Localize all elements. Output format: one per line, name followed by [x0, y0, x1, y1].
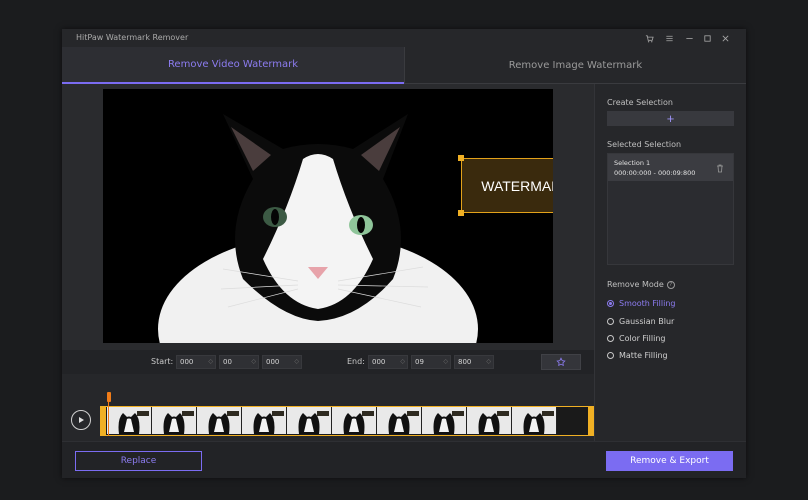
playhead-marker[interactable]: [107, 392, 111, 402]
frame-thumbnail: [152, 407, 197, 434]
start-seconds-value: 00: [223, 358, 232, 366]
close-icon[interactable]: [718, 31, 732, 45]
app-title: HitPaw Watermark Remover: [76, 33, 189, 42]
end-label: End:: [347, 357, 365, 366]
radio-icon[interactable]: [607, 352, 614, 359]
end-minutes-value: 000: [372, 358, 386, 366]
mode-option-color-filling[interactable]: Color Filling: [607, 334, 666, 343]
playhead-line: [108, 402, 109, 436]
radio-icon[interactable]: [607, 318, 614, 325]
mode-option-matte-filling[interactable]: Matte Filling: [607, 351, 668, 360]
settings-sidebar: Create Selection + Selected Selection Se…: [594, 84, 746, 441]
video-preview-area: WATERMARK: [62, 84, 594, 350]
remove-mode-heading: Remove Mode ?: [607, 280, 675, 289]
end-seconds-field[interactable]: 09 ◇: [411, 355, 451, 369]
frame-thumbnail: [377, 407, 422, 434]
mode-option-smooth-filling[interactable]: Smooth Filling: [607, 299, 675, 308]
pin-icon: [556, 357, 566, 367]
radio-icon[interactable]: [607, 300, 614, 307]
stepper-icon[interactable]: ◇: [400, 359, 407, 365]
resize-handle-top-left[interactable]: [458, 155, 464, 161]
help-icon[interactable]: ?: [666, 280, 675, 289]
resize-handle-bottom-left[interactable]: [458, 210, 464, 216]
timeline: [62, 374, 594, 441]
start-label: Start:: [151, 357, 174, 366]
trash-icon[interactable]: [715, 163, 725, 173]
start-minutes-field[interactable]: 000 ◇: [176, 355, 216, 369]
remove-mode-title: Remove Mode: [607, 280, 664, 289]
frame-thumbnail: [467, 407, 512, 434]
remove-export-button[interactable]: Remove & Export: [606, 451, 733, 471]
end-minutes-field[interactable]: 000 ◇: [368, 355, 408, 369]
maximize-icon[interactable]: [700, 31, 714, 45]
plus-icon: +: [666, 111, 675, 126]
play-icon: [79, 417, 84, 423]
mode-tabs: Remove Video Watermark Remove Image Wate…: [62, 47, 746, 84]
video-filmstrip[interactable]: [100, 406, 594, 436]
frame-thumbnail: [197, 407, 242, 434]
create-selection-button[interactable]: +: [607, 111, 734, 126]
stepper-icon[interactable]: ◇: [208, 359, 215, 365]
watermark-text: WATERMARK: [481, 177, 553, 194]
start-milliseconds-field[interactable]: 000 ◇: [262, 355, 302, 369]
end-milliseconds-field[interactable]: 800 ◇: [454, 355, 494, 369]
mode-label: Color Filling: [619, 334, 666, 343]
time-controls: Start: 000 ◇ 00 ◇ 000 ◇ End: 000 ◇ 09 ◇ …: [62, 350, 594, 374]
mode-label: Matte Filling: [619, 351, 668, 360]
tab-remove-image-watermark[interactable]: Remove Image Watermark: [404, 47, 746, 84]
start-milliseconds-value: 000: [266, 358, 280, 366]
stepper-icon[interactable]: ◇: [294, 359, 301, 365]
pin-button[interactable]: [541, 354, 581, 370]
replace-button[interactable]: Replace: [75, 451, 202, 471]
frame-thumbnail: [422, 407, 467, 434]
play-button[interactable]: [71, 410, 91, 430]
selection-list: Selection 1 000:00:000 - 000:09:800: [607, 153, 734, 265]
create-selection-title: Create Selection: [607, 98, 673, 107]
end-milliseconds-value: 800: [458, 358, 472, 366]
start-seconds-field[interactable]: 00 ◇: [219, 355, 259, 369]
stepper-icon[interactable]: ◇: [251, 359, 258, 365]
stepper-icon[interactable]: ◇: [486, 359, 493, 365]
frame-thumbnail: [287, 407, 332, 434]
cart-icon[interactable]: [642, 31, 656, 45]
selection-name: Selection 1: [614, 159, 651, 167]
cat-image: [103, 89, 553, 343]
stepper-icon[interactable]: ◇: [443, 359, 450, 365]
frame-thumbnail: [242, 407, 287, 434]
menu-icon[interactable]: [662, 31, 676, 45]
mode-label: Gaussian Blur: [619, 317, 675, 326]
video-frame: WATERMARK: [103, 89, 553, 343]
watermark-selection-box[interactable]: WATERMARK: [461, 158, 553, 213]
radio-icon[interactable]: [607, 335, 614, 342]
app-window: HitPaw Watermark Remover Remove Video Wa…: [62, 29, 746, 478]
frame-thumbnail: [107, 407, 152, 434]
frame-thumbnail: [512, 407, 557, 434]
selected-selection-title: Selected Selection: [607, 140, 682, 149]
mode-label: Smooth Filling: [619, 299, 676, 308]
frame-thumbnail: [332, 407, 377, 434]
tab-remove-video-watermark[interactable]: Remove Video Watermark: [62, 47, 404, 84]
start-minutes-value: 000: [180, 358, 194, 366]
end-seconds-value: 09: [415, 358, 424, 366]
title-bar: HitPaw Watermark Remover: [62, 29, 746, 47]
mode-option-gaussian-blur[interactable]: Gaussian Blur: [607, 317, 674, 326]
trim-handle-left[interactable]: [100, 406, 106, 436]
selection-item[interactable]: Selection 1 000:00:000 - 000:09:800: [608, 154, 733, 181]
minimize-icon[interactable]: [682, 31, 696, 45]
bottom-action-bar: Replace Remove & Export: [62, 441, 746, 478]
selection-range: 000:00:000 - 000:09:800: [614, 169, 696, 177]
